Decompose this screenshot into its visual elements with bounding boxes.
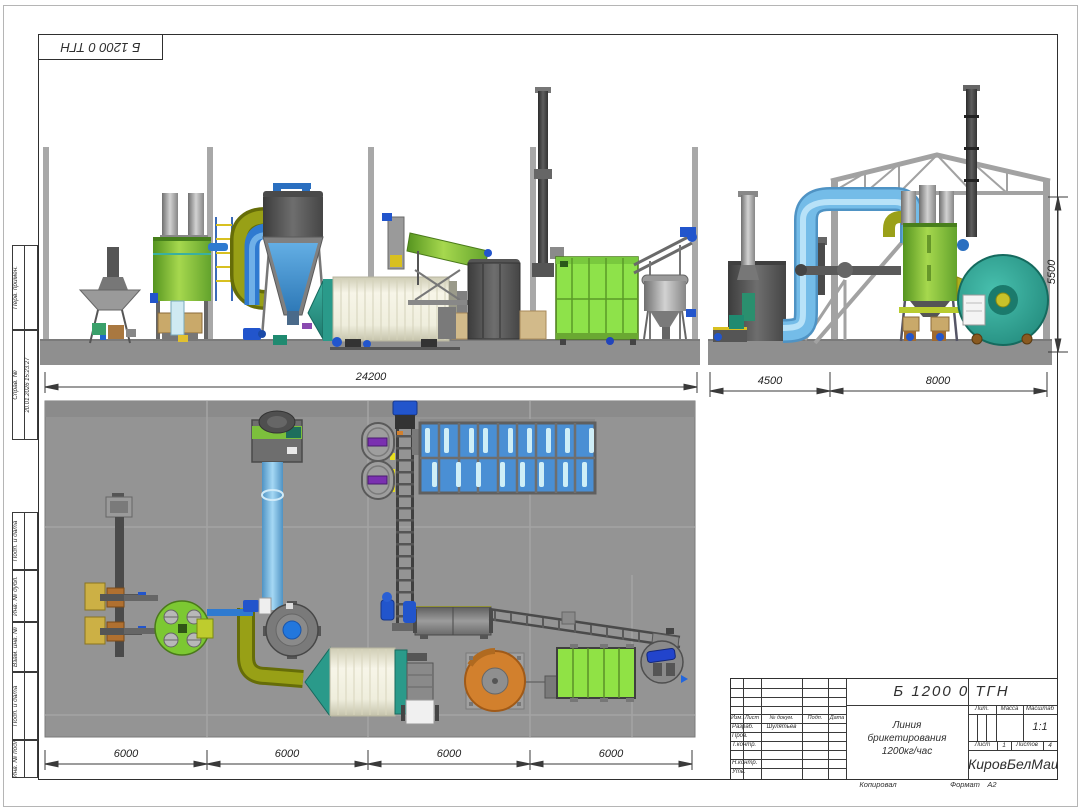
tb-sheet-label: Лист bbox=[968, 741, 997, 750]
tb-row-utv: Утв. bbox=[732, 768, 761, 777]
tb-col-list: Лист bbox=[743, 714, 761, 723]
tb-razrab-name: Шулятьев bbox=[761, 723, 802, 732]
dim-plan-bay-4: 6000 bbox=[571, 748, 651, 760]
tb-sheets-value: 4 bbox=[1043, 741, 1057, 750]
tb-col-podp: Подп. bbox=[802, 714, 828, 723]
footer-format-label: Формат bbox=[945, 780, 985, 789]
tb-col-doc: № докум. bbox=[761, 714, 802, 723]
dim-end-height: 5500 bbox=[1046, 237, 1058, 307]
tb-mass-label: Масса bbox=[996, 705, 1023, 714]
tb-name-line1: Линия bbox=[846, 719, 968, 732]
tb-sheets-label: Листов bbox=[1011, 741, 1043, 750]
tb-name-line3: 1200кг/час bbox=[846, 745, 968, 758]
dim-plan-bay-1: 6000 bbox=[86, 748, 166, 760]
tb-scale-value: 1:1 bbox=[1023, 714, 1057, 741]
tb-row-prov: Пров. bbox=[732, 732, 761, 741]
dim-plan-bay-2: 6000 bbox=[247, 748, 327, 760]
title-block: Б 1200 0 ТГН Линия брикетирования 1200кг… bbox=[730, 678, 1058, 780]
footer-kopiroval: Копировал bbox=[843, 780, 913, 789]
tb-row-nkontr: Н.контр. bbox=[732, 759, 761, 768]
tb-lit-label: Лит. bbox=[968, 705, 996, 714]
tb-company: КировБелМаш bbox=[968, 750, 1057, 779]
dim-plan-bay-3: 6000 bbox=[409, 748, 489, 760]
dim-elevation-width: 24200 bbox=[331, 371, 411, 383]
tb-col-izm: Изм. bbox=[731, 714, 743, 723]
tb-row-razrab: Разраб. bbox=[732, 723, 761, 732]
tb-scale-label: Масштаб bbox=[1023, 705, 1057, 714]
tb-sheet-value: 1 bbox=[997, 741, 1011, 750]
footer-format-value: А2 bbox=[982, 780, 1002, 789]
dim-end-right: 8000 bbox=[898, 375, 978, 387]
drawing-sheet: Б 1200 0 ТГН Перв. примен. Справ. № 20.0… bbox=[0, 0, 1080, 810]
tb-col-data: Дата bbox=[828, 714, 846, 723]
tb-designation: Б 1200 0 ТГН bbox=[846, 679, 1057, 705]
dim-end-left: 4500 bbox=[730, 375, 810, 387]
tb-name-line2: брикетирования bbox=[846, 732, 968, 745]
tb-row-tkontr: Т.контр. bbox=[732, 741, 761, 750]
